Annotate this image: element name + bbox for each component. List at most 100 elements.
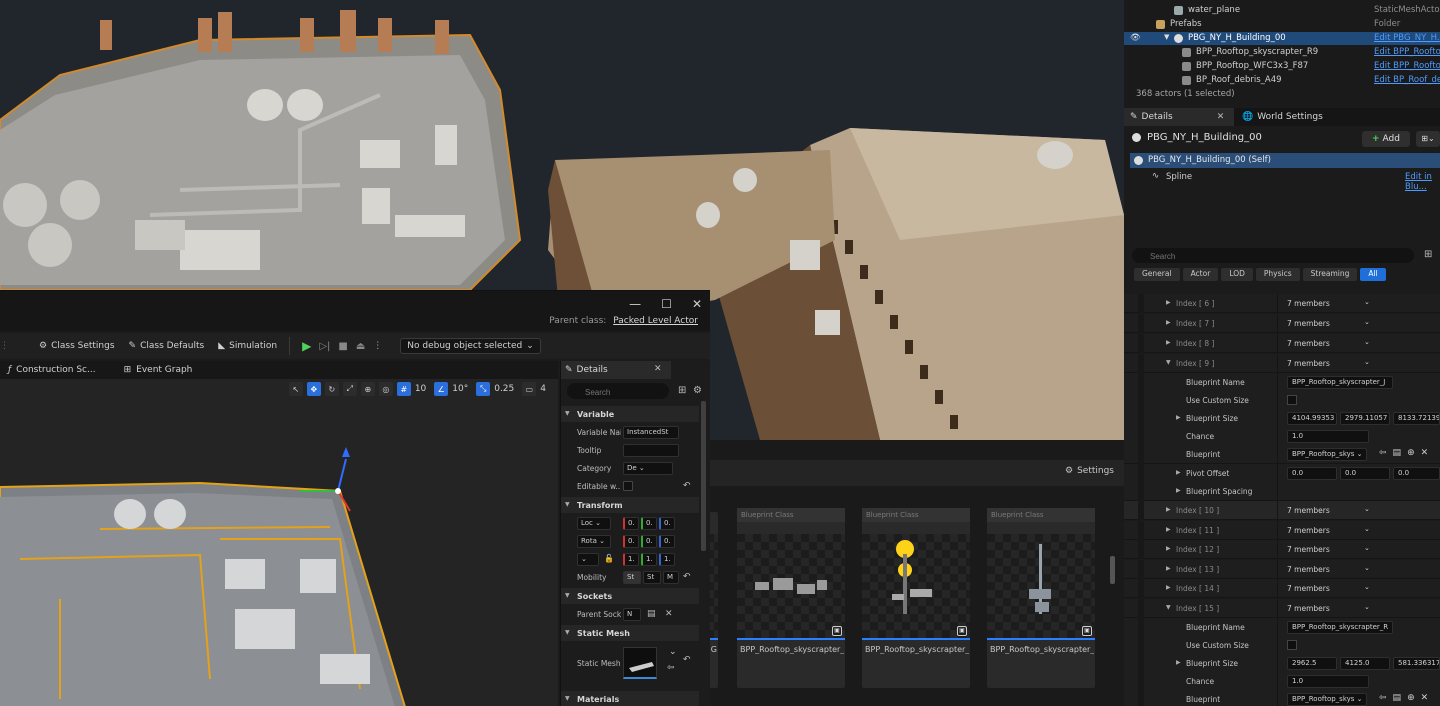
tab-construction-script[interactable]: ƒ Construction Sc...	[8, 365, 116, 375]
blueprint-name-field[interactable]: BPP_Rooftop_skyscrapter_J	[1287, 376, 1393, 389]
grid-view-icon[interactable]: ⊞	[1424, 249, 1432, 260]
use-selected-icon[interactable]: ⇦	[1379, 693, 1387, 703]
world-space-icon[interactable]: ⊕	[360, 382, 375, 396]
array-index-row[interactable]: ▶ Index [ 14 ] 7 members ⌄	[1124, 579, 1440, 598]
chevron-right-icon[interactable]: ▶	[1176, 414, 1181, 421]
chevron-down-icon[interactable]: ⌄	[1364, 564, 1370, 572]
step-icon[interactable]: ▷|	[319, 341, 330, 352]
category-select[interactable]: De ⌄	[623, 462, 673, 475]
reset-icon[interactable]: ↶	[683, 481, 691, 491]
outliner-row[interactable]: BPP_Rooftop_WFC3x3_F87 Edit BPP_Rooftop.…	[1124, 60, 1440, 73]
array-index-row[interactable]: ▼ Index [ 9 ] 7 members ⌄	[1124, 354, 1440, 373]
array-index-row[interactable]: ▶ Index [ 8 ] 7 members ⌄	[1124, 334, 1440, 353]
array-index-row[interactable]: ▶ Index [ 11 ] 7 members ⌄	[1124, 521, 1440, 540]
more-options-icon[interactable]: ⋮	[373, 341, 382, 351]
add-icon[interactable]: ⊕	[1407, 693, 1415, 703]
tab-details[interactable]: ✎ Details ✕	[1124, 108, 1234, 126]
translate-icon[interactable]: ✥	[306, 382, 321, 396]
close-icon[interactable]: ✕	[1217, 112, 1225, 122]
clear-icon[interactable]: ✕	[1421, 448, 1429, 458]
chevron-down-icon[interactable]: ⌄	[1364, 583, 1370, 591]
array-index-row[interactable]: ▶ Index [ 13 ] 7 members ⌄	[1124, 560, 1440, 579]
chevron-right-icon[interactable]: ▶	[1176, 487, 1181, 494]
chevron-down-icon[interactable]: ⌄	[1364, 338, 1370, 346]
add-component-button[interactable]: + Add	[1362, 131, 1410, 147]
variable-name-field[interactable]: InstancedSt	[623, 426, 679, 439]
eye-icon[interactable]: 👁	[1130, 33, 1141, 43]
reset-icon[interactable]: ↶	[683, 572, 691, 582]
chevron-right-icon[interactable]: ▶	[1166, 584, 1171, 591]
rotate-icon[interactable]: ↻	[324, 382, 339, 396]
clear-icon[interactable]: ✕	[1421, 693, 1429, 703]
chevron-right-icon[interactable]: ▶	[1166, 319, 1171, 326]
parent-class-link[interactable]: Packed Level Actor	[613, 316, 698, 326]
blueprint-viewport[interactable]: ↖ ✥ ↻ ⤢ ⊕ ◎ # 10 ∠ 10° ⤡ 0.25 ▭ 4	[0, 379, 558, 706]
outliner-row[interactable]: BPP_Rooftop_skyscrapter_R9 Edit BPP_Roof…	[1124, 46, 1440, 59]
use-selected-icon[interactable]: ⇦	[667, 663, 675, 673]
outliner-row[interactable]: BP_Roof_debris_A49 Edit BP_Roof_de...	[1124, 74, 1440, 87]
chance-field[interactable]: 1.0	[1287, 675, 1369, 688]
chevron-down-icon[interactable]: ⌄	[669, 647, 677, 657]
outliner-row[interactable]: water_plane StaticMeshActor	[1124, 4, 1440, 17]
chevron-down-icon[interactable]: ⌄	[1364, 298, 1370, 306]
chevron-down-icon[interactable]: ⌄	[1364, 318, 1370, 326]
array-index-row[interactable]: ▶ Index [ 6 ] 7 members ⌄	[1124, 294, 1440, 313]
camera-speed-icon[interactable]: ▭	[522, 382, 537, 396]
chevron-right-icon[interactable]: ▶	[1166, 299, 1171, 306]
mobility-stationary[interactable]: St	[643, 571, 661, 584]
filter-general[interactable]: General	[1134, 268, 1180, 281]
edit-in-blueprint-link[interactable]: Edit in Blu...	[1405, 172, 1440, 192]
chance-field[interactable]: 1.0	[1287, 430, 1369, 443]
grid-snap-icon[interactable]: #	[396, 382, 411, 396]
chevron-right-icon[interactable]: ▶	[1176, 469, 1181, 476]
chevron-right-icon[interactable]: ▶	[1166, 565, 1171, 572]
filter-actor[interactable]: Actor	[1182, 268, 1219, 281]
lock-icon[interactable]: 🔓	[604, 554, 614, 563]
asset-tile-skyscrapter-i[interactable]: Blueprint Class ▣ BPP_Rooftop_skyscrapte…	[862, 508, 970, 688]
browse-icon[interactable]: ▤	[1393, 448, 1402, 458]
chevron-right-icon[interactable]: ▶	[1166, 526, 1171, 533]
close-icon[interactable]: ✕	[654, 364, 662, 374]
debug-object-select[interactable]: No debug object selected ⌄	[400, 338, 541, 354]
blueprint-select[interactable]: BPP_Rooftop_skys ⌄	[1287, 693, 1367, 706]
chevron-down-icon[interactable]: ⌄	[1364, 603, 1370, 611]
scale-icon[interactable]: ⤢	[342, 382, 357, 396]
select-mode-icon[interactable]: ↖	[288, 382, 303, 396]
simulation-button[interactable]: ◣ Simulation	[218, 341, 277, 351]
section-static-mesh[interactable]: Static Mesh	[561, 625, 699, 641]
settings-button[interactable]: ⚙ Settings	[1065, 466, 1114, 476]
scale-select[interactable]: ⌄	[577, 553, 599, 566]
details-scrollbar[interactable]	[701, 401, 706, 551]
content-scrollbar[interactable]	[1110, 556, 1115, 584]
browse-icon[interactable]: ▤	[1393, 693, 1402, 703]
blueprint-select[interactable]: BPP_Rooftop_skys ⌄	[1287, 448, 1367, 461]
add-icon[interactable]: ⊕	[1407, 448, 1415, 458]
class-settings-button[interactable]: ⚙ Class Settings	[39, 341, 115, 351]
section-variable[interactable]: Variable	[561, 406, 699, 422]
outliner-row[interactable]: Prefabs Folder	[1124, 18, 1440, 31]
use-selected-icon[interactable]: ⇦	[1379, 448, 1387, 458]
editable-checkbox[interactable]	[623, 481, 633, 491]
section-transform[interactable]: Transform	[561, 497, 699, 513]
chevron-right-icon[interactable]: ▶	[1166, 339, 1171, 346]
filter-lod[interactable]: LOD	[1221, 268, 1253, 281]
tab-world-settings[interactable]: 🌐 World Settings	[1236, 108, 1323, 126]
asset-tile-skyscrapter-j[interactable]: Blueprint Class ▣ BPP_Rooftop_skyscrapte…	[987, 508, 1095, 688]
blueprint-options-button[interactable]: ⊞⌄	[1416, 131, 1440, 147]
use-custom-size-checkbox[interactable]	[1287, 395, 1297, 405]
details-search-input[interactable]	[1132, 248, 1414, 263]
details-search-input[interactable]	[567, 383, 669, 399]
eject-icon[interactable]: ⏏	[356, 341, 365, 352]
clear-icon[interactable]: ✕	[665, 609, 673, 619]
section-materials[interactable]: Materials	[561, 691, 699, 706]
gear-icon[interactable]: ⚙	[693, 385, 702, 396]
outliner-row-selected[interactable]: 👁 ▼ PBG_NY_H_Building_00 Edit PBG_NY_H..…	[1124, 32, 1440, 45]
chevron-down-icon[interactable]: ⌄	[1364, 544, 1370, 552]
mobility-static[interactable]: St	[623, 571, 641, 584]
array-index-row[interactable]: ▶ Index [ 10 ] 7 members ⌄	[1124, 501, 1440, 520]
array-index-row[interactable]: ▼ Index [ 15 ] 7 members ⌄	[1124, 599, 1440, 618]
tooltip-field[interactable]	[623, 444, 679, 457]
section-sockets[interactable]: Sockets	[561, 588, 699, 604]
grid-snap-value[interactable]: 10	[415, 384, 426, 394]
play-icon[interactable]: ▶	[302, 339, 311, 353]
